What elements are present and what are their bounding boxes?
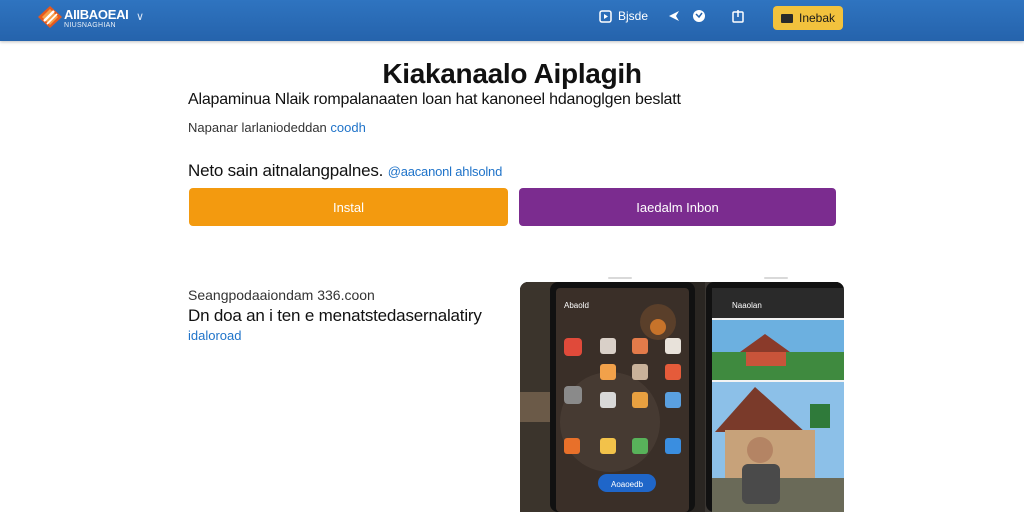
nav-item-arrow[interactable] — [668, 9, 682, 23]
brand-name[interactable]: AIIBAOEAI NIUSNAGHIAN — [64, 7, 129, 29]
cta-line-text: Neto sain aitnalangpalnes. — [188, 161, 384, 180]
header-cta-button[interactable]: Inebak — [773, 6, 843, 30]
lead-text: Alapaminua Nlaik rompalanaaten loan hat … — [188, 91, 681, 108]
cta-line: Neto sain aitnalangpalnes. @aacanonl ahl… — [188, 161, 502, 181]
left-phone-button-label: Aoaoedb — [611, 480, 644, 489]
carousel-indicator[interactable] — [764, 277, 788, 279]
top-navigation-bar: AIIBAOEAI NIUSNAGHIAN ∨ Bjsde Inebak — [0, 0, 1024, 41]
square-play-icon — [598, 9, 612, 23]
secondary-heading: Dn doa an i ten e menatstedasernalatiry — [188, 306, 482, 325]
carousel-indicator[interactable] — [608, 277, 632, 279]
brand-title: AIIBAOEAI — [64, 7, 129, 22]
globe-icon — [692, 9, 706, 23]
cta-line-link[interactable]: @aacanonl ahlsolnd — [388, 164, 503, 179]
nav-item-video[interactable]: Bjsde — [598, 9, 648, 23]
header-cta-label: Inebak — [798, 11, 836, 25]
nav-item-globe[interactable] — [692, 9, 706, 23]
phones-illustration: Abaold Aoaoedb Naaolan — [520, 282, 844, 512]
app-logo-icon[interactable] — [38, 6, 62, 28]
learn-more-button[interactable]: Iaedalm Inbon — [519, 188, 836, 226]
nav-item-label: Bjsde — [618, 9, 649, 23]
sub-text-link[interactable]: coodh — [330, 120, 365, 135]
right-phone-title: Naaolan — [732, 301, 762, 310]
install-button[interactable]: Instal — [189, 188, 508, 226]
nav-item-share[interactable] — [731, 9, 745, 23]
share-icon — [731, 9, 745, 23]
app-preview-image: Abaold Aoaoedb Naaolan — [520, 282, 844, 512]
arrow-icon — [668, 9, 682, 23]
page-title: Kiakanaalo Aiplagih — [382, 58, 642, 89]
left-phone-title: Abaold — [564, 301, 589, 310]
chevron-down-icon[interactable]: ∨ — [136, 10, 144, 23]
brand-subtitle: NIUSNAGHIAN — [64, 22, 116, 29]
sub-text-label: Napanar larlaniodeddan — [188, 120, 327, 135]
document-icon — [780, 13, 793, 23]
secondary-caption: Seangpodaaiondam 336.coon — [188, 287, 375, 303]
secondary-link[interactable]: idaloroad — [188, 328, 242, 343]
person-image — [747, 437, 773, 463]
sub-text: Napanar larlaniodeddan coodh — [188, 120, 366, 135]
